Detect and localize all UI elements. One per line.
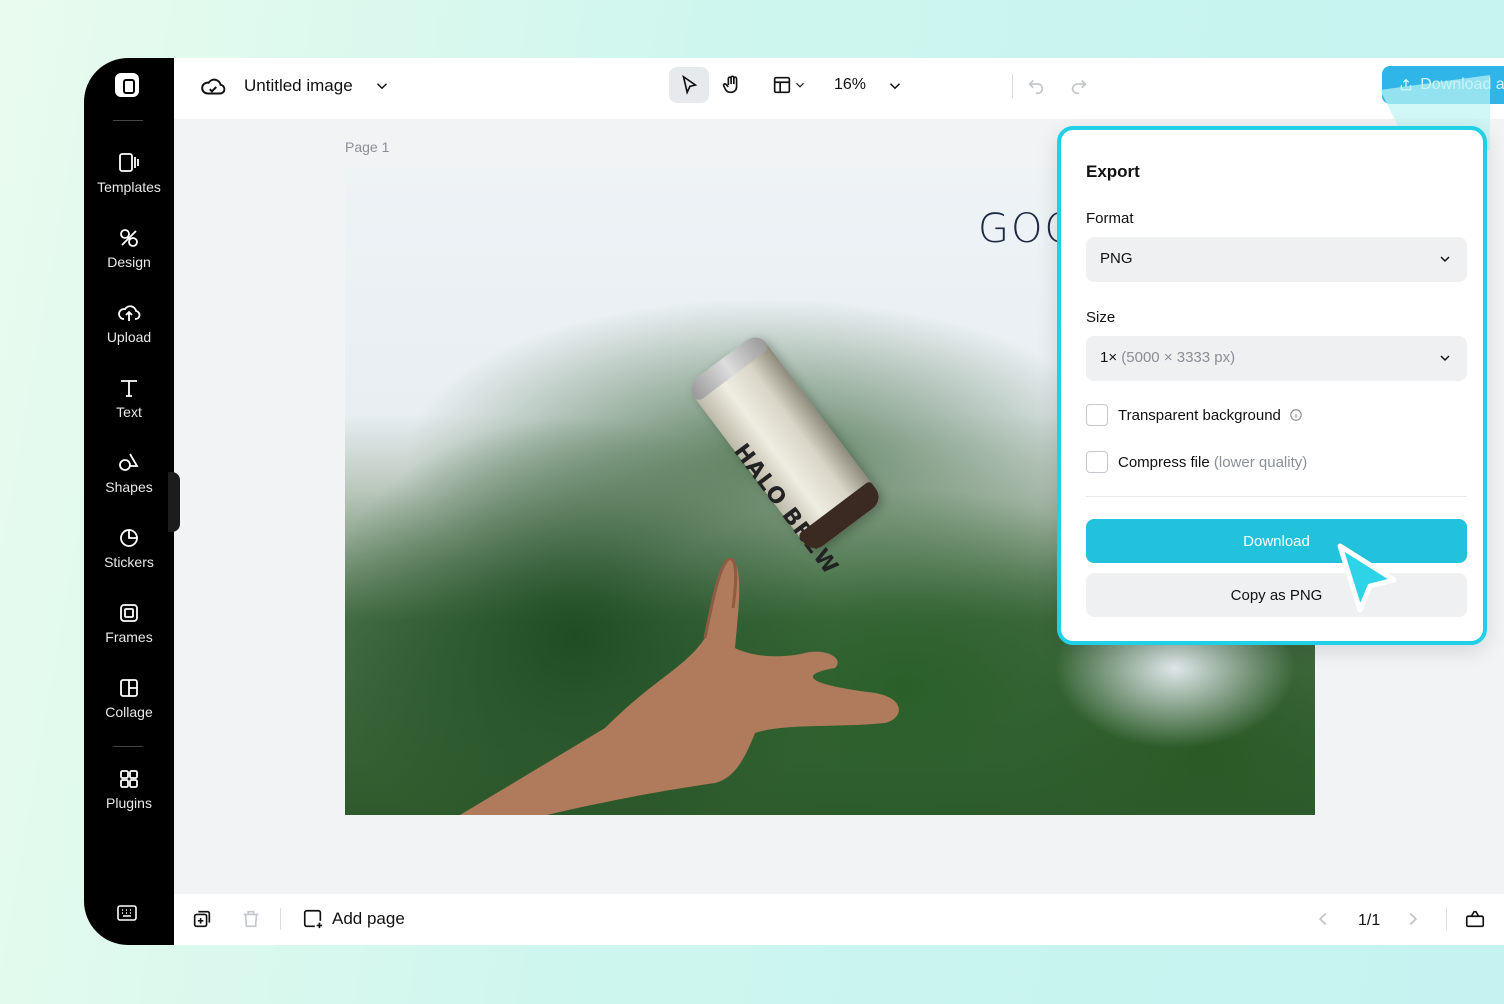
sidebar-divider <box>113 120 143 121</box>
sidebar-item-label: Stickers <box>104 554 154 570</box>
sidebar-divider <box>113 746 143 747</box>
sidebar-item-label: Frames <box>105 629 153 645</box>
chevron-right-icon[interactable] <box>1402 908 1424 930</box>
trash-icon[interactable] <box>240 908 262 930</box>
info-icon[interactable] <box>1289 408 1303 422</box>
export-title: Export <box>1086 162 1140 181</box>
sidebar-item-label: Plugins <box>106 795 152 811</box>
sidebar-item-plugins[interactable]: Plugins <box>84 767 174 829</box>
sidebar-item-frames[interactable]: Frames <box>84 601 174 663</box>
hand-tool-button[interactable] <box>712 67 752 103</box>
panel-divider <box>1086 496 1467 497</box>
add-page-icon <box>303 909 323 929</box>
sidebar: Templates Design Upload Text Shapes Stic… <box>84 58 174 945</box>
upload-cloud-icon <box>118 305 141 321</box>
app-logo[interactable] <box>115 73 139 97</box>
redo-icon[interactable] <box>1068 74 1090 96</box>
size-label: Size <box>1086 309 1116 326</box>
topbar: Untitled image 16% Download all <box>174 58 1504 119</box>
size-select[interactable]: 1× (5000 × 3333 px) <box>1086 336 1467 381</box>
plugins-icon <box>120 770 138 788</box>
bottombar: Add page 1/1 <box>174 894 1504 945</box>
format-value: PNG <box>1100 250 1133 267</box>
sidebar-item-design[interactable]: Design <box>84 226 174 288</box>
bottombar-divider <box>1446 908 1447 930</box>
sidebar-collapse-handle[interactable] <box>168 472 180 532</box>
transparent-background-label: Transparent background <box>1118 407 1281 424</box>
collage-icon <box>120 679 138 697</box>
sidebar-item-label: Shapes <box>105 479 153 495</box>
shapes-icon <box>119 453 139 471</box>
hand-icon <box>722 75 738 94</box>
chevron-down-icon <box>1440 256 1450 263</box>
page-label: Page 1 <box>345 139 390 155</box>
compress-file-label: Compress file <box>1118 454 1210 471</box>
sidebar-item-label: Collage <box>105 704 153 720</box>
page-indicator: 1/1 <box>1358 912 1381 929</box>
text-icon <box>121 380 137 397</box>
sidebar-item-templates[interactable]: Templates <box>84 151 174 213</box>
duplicate-page-icon[interactable] <box>191 908 213 930</box>
sidebar-item-shapes[interactable]: Shapes <box>84 451 174 513</box>
document-title[interactable]: Untitled image <box>244 76 353 96</box>
sidebar-item-collage[interactable]: Collage <box>84 676 174 738</box>
pointer-icon <box>682 74 698 95</box>
transparent-background-checkbox[interactable] <box>1086 404 1108 426</box>
sidebar-item-text[interactable]: Text <box>84 376 174 438</box>
frames-icon <box>120 604 138 622</box>
coffee-can-image: HALO BREW <box>685 332 885 580</box>
layout-menu-button[interactable] <box>764 67 814 103</box>
undo-icon[interactable] <box>1025 74 1047 96</box>
transparent-background-row: Transparent background <box>1118 407 1303 424</box>
templates-icon <box>119 153 139 172</box>
toolbox-icon[interactable] <box>1464 908 1486 930</box>
add-page-button[interactable]: Add page <box>302 908 405 930</box>
chevron-down-icon[interactable] <box>373 77 391 95</box>
sidebar-item-stickers[interactable]: Stickers <box>84 526 174 588</box>
bottombar-divider <box>280 908 281 930</box>
compress-file-checkbox[interactable] <box>1086 451 1108 473</box>
format-label: Format <box>1086 210 1134 227</box>
sidebar-item-upload[interactable]: Upload <box>84 301 174 363</box>
stickers-icon <box>120 529 138 547</box>
size-detail: (5000 × 3333 px) <box>1121 349 1236 366</box>
mouse-cursor-icon <box>1337 543 1397 613</box>
size-value: 1× <box>1100 349 1118 366</box>
toolbar-divider <box>1012 74 1013 98</box>
export-panel: Export Format PNG Size 1× (5000 × 3333 p… <box>1057 126 1487 645</box>
layout-icon <box>773 76 791 94</box>
chevron-down-icon <box>796 82 804 88</box>
chevron-left-icon[interactable] <box>1312 908 1334 930</box>
copy-as-png-button[interactable]: Copy as PNG <box>1086 573 1467 617</box>
select-tool-button[interactable] <box>669 67 709 103</box>
sidebar-item-label: Templates <box>97 179 161 195</box>
download-button[interactable]: Download <box>1086 519 1467 563</box>
keyboard-icon[interactable] <box>115 901 139 925</box>
format-select[interactable]: PNG <box>1086 237 1467 282</box>
add-page-label: Add page <box>332 909 405 928</box>
hand-arm-image <box>460 558 899 815</box>
zoom-level[interactable]: 16% <box>834 76 866 94</box>
cloud-sync-icon[interactable] <box>200 74 226 100</box>
chevron-down-icon <box>1440 355 1450 362</box>
sidebar-item-label: Upload <box>106 329 152 345</box>
sidebar-item-label: Design <box>107 254 151 270</box>
chevron-down-icon[interactable] <box>886 77 904 95</box>
compress-file-row: Compress file (lower quality) <box>1118 454 1307 471</box>
design-icon <box>120 229 138 247</box>
sidebar-item-label: Text <box>116 404 142 420</box>
compress-file-hint: (lower quality) <box>1213 454 1308 471</box>
